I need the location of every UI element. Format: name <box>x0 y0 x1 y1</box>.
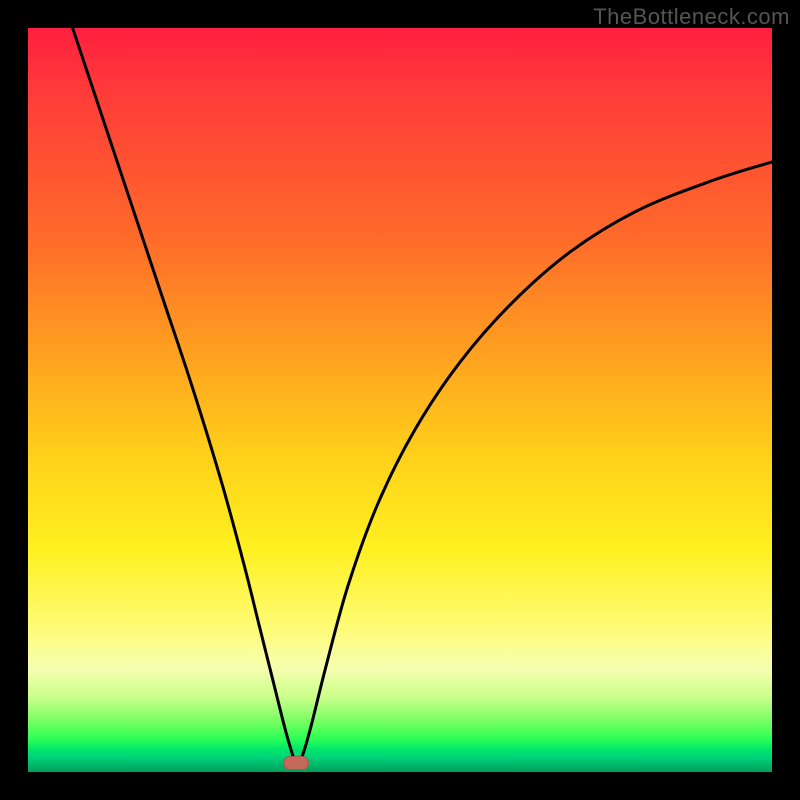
watermark-text: TheBottleneck.com <box>593 4 790 30</box>
bottleneck-curve <box>73 28 772 763</box>
chart-frame: TheBottleneck.com <box>0 0 800 800</box>
optimal-point-marker <box>283 756 309 770</box>
plot-area <box>28 28 772 772</box>
curve-svg <box>28 28 772 772</box>
